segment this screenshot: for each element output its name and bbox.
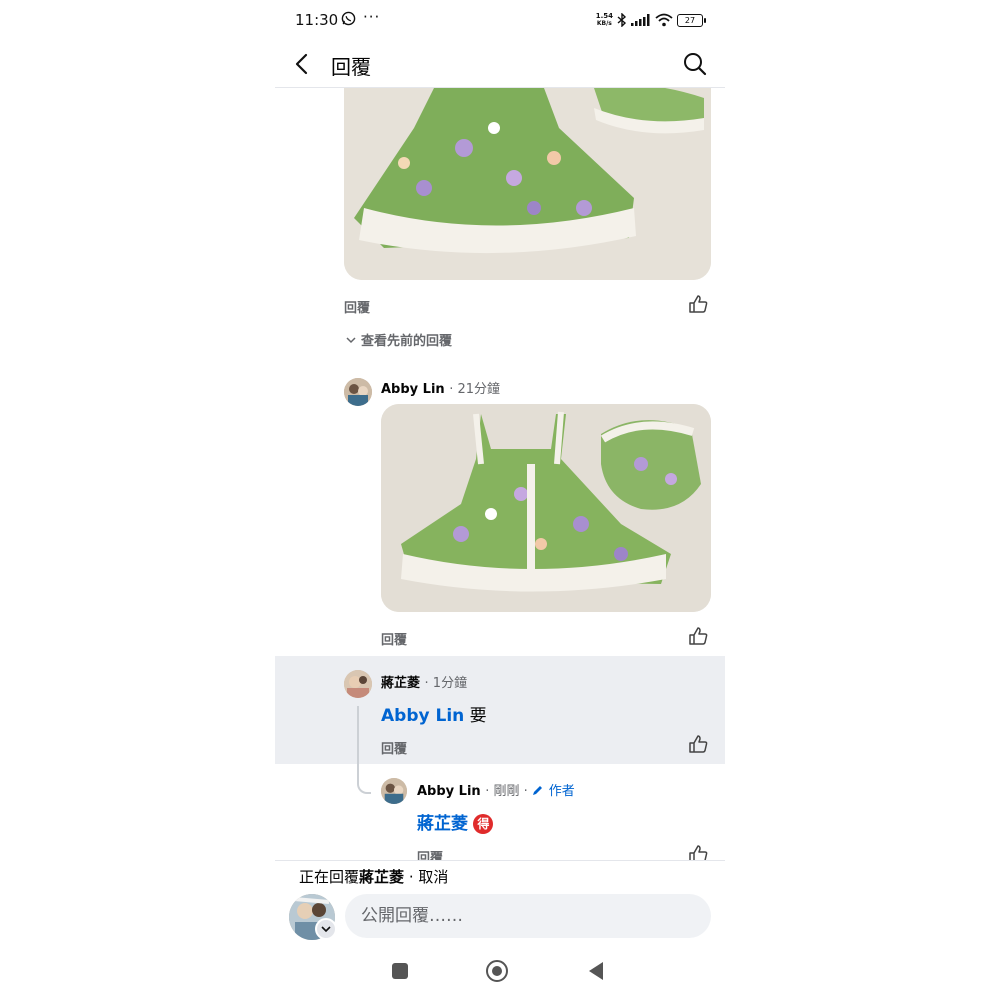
back-button[interactable] [589, 962, 603, 980]
highlighted-comment [275, 656, 725, 764]
battery-icon: 27 [677, 13, 706, 27]
signal-icon [631, 14, 650, 26]
cancel-reply-button[interactable]: 取消 [418, 868, 448, 886]
composer-divider [275, 860, 725, 861]
reply-button[interactable]: 回覆 [417, 847, 443, 860]
chevron-down-icon [346, 336, 356, 343]
author-badge: 作者 [548, 784, 575, 799]
recent-apps-button[interactable] [392, 963, 408, 979]
whatsapp-icon [341, 11, 356, 26]
comment-text: Abby Lin 要 [381, 706, 487, 726]
replying-to-bar: 正在回覆蔣芷菱 · 取消 [299, 868, 449, 886]
avatar[interactable] [344, 378, 372, 406]
phone-screen: 11:30 ··· 1.54 KB/s 27 回覆 回覆 查看先前的回覆 Abb… [275, 0, 725, 1000]
comment-author[interactable]: Abby Lin · 21分鐘 [381, 378, 500, 397]
chevron-down-icon [321, 926, 331, 933]
status-icons: 1.54 KB/s 27 [595, 10, 706, 30]
network-speed: 1.54 KB/s [595, 12, 613, 28]
pencil-icon [533, 786, 543, 795]
like-icon[interactable] [687, 293, 709, 315]
search-icon[interactable] [681, 50, 709, 78]
reply-button[interactable]: 回覆 [344, 297, 370, 316]
profile-switch-chevron[interactable] [315, 918, 337, 940]
reply-button[interactable]: 回覆 [381, 629, 407, 648]
replying-name: 蔣芷菱 [359, 868, 405, 886]
comments-feed[interactable]: 回覆 查看先前的回覆 Abby Lin · 21分鐘 回覆 蔣芷菱 · 1分鐘 … [275, 88, 725, 860]
mention-link[interactable]: Abby Lin [381, 706, 464, 726]
comment-photo-dress[interactable] [344, 88, 711, 280]
avatar[interactable] [381, 778, 407, 804]
reply-button[interactable]: 回覆 [381, 738, 407, 757]
dress-image [381, 404, 711, 612]
comment-time: · 剛剛 · [485, 784, 528, 799]
comment-time: · 21分鐘 [449, 382, 501, 397]
thread-connector [357, 706, 371, 794]
app-header: 回覆 [275, 40, 725, 88]
comment-text: 蔣芷菱 得 [417, 809, 494, 834]
more-notifications-icon: ··· [363, 8, 381, 26]
mention-link[interactable]: 蔣芷菱 [417, 814, 468, 834]
status-bar: 11:30 ··· 1.54 KB/s 27 [275, 0, 725, 40]
comment-photo-dress[interactable] [381, 404, 711, 612]
public-reply-input[interactable]: 公開回覆…… [345, 894, 711, 938]
view-previous-replies[interactable]: 查看先前的回覆 [345, 330, 452, 349]
comment-author[interactable]: Abby Lin · 剛剛 · 作者 [417, 780, 575, 799]
bluetooth-icon [617, 13, 627, 27]
status-time: 11:30 [295, 11, 339, 29]
wifi-icon [655, 13, 673, 27]
like-icon[interactable] [687, 843, 709, 860]
home-button[interactable] [486, 960, 508, 982]
avatar[interactable] [344, 670, 372, 698]
page-title: 回覆 [331, 55, 371, 79]
like-icon[interactable] [687, 733, 709, 755]
comment-time: · 1分鐘 [424, 676, 468, 691]
dress-image [344, 88, 711, 280]
back-arrow-icon[interactable] [289, 50, 317, 78]
comment-author[interactable]: 蔣芷菱 · 1分鐘 [381, 672, 467, 691]
system-nav-bar [275, 950, 725, 994]
like-icon[interactable] [687, 625, 709, 647]
emoji-de-icon: 得 [473, 814, 494, 834]
